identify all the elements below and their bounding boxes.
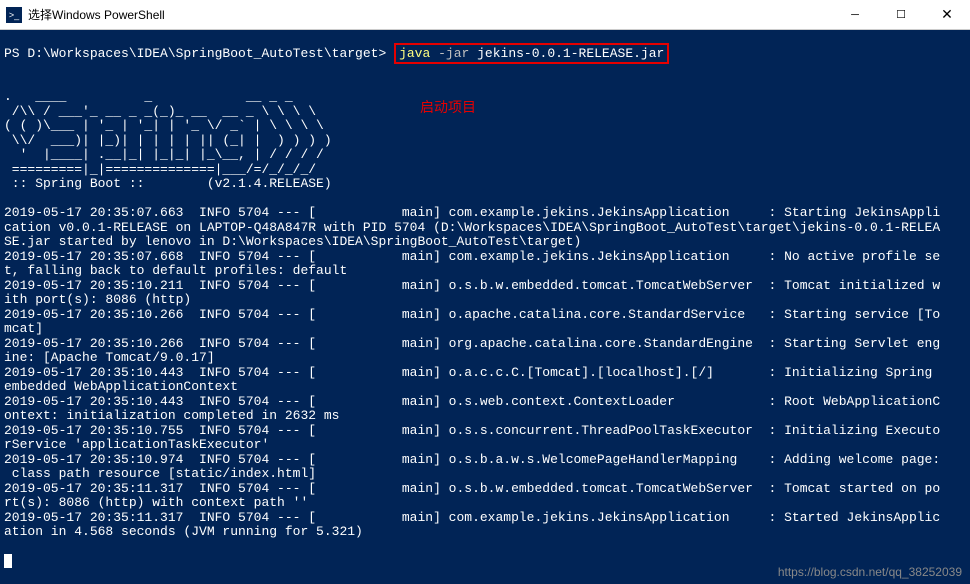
log-line: ontext: initialization completed in 2632… bbox=[4, 408, 339, 423]
log-line: rt(s): 8086 (http) with context path '' bbox=[4, 495, 308, 510]
terminal-body[interactable]: PS D:\Workspaces\IDEA\SpringBoot_AutoTes… bbox=[0, 30, 970, 583]
powershell-icon: >_ bbox=[6, 7, 22, 23]
log-line: t, falling back to default profiles: def… bbox=[4, 263, 347, 278]
log-line: 2019-05-17 20:35:07.663 INFO 5704 --- [ … bbox=[4, 205, 940, 220]
log-line: 2019-05-17 20:35:10.266 INFO 5704 --- [ … bbox=[4, 307, 940, 322]
log-line: 2019-05-17 20:35:10.211 INFO 5704 --- [ … bbox=[4, 278, 940, 293]
annotation-label: 启动项目 bbox=[420, 100, 476, 115]
log-line: 2019-05-17 20:35:10.266 INFO 5704 --- [ … bbox=[4, 336, 940, 351]
log-line: 2019-05-17 20:35:10.974 INFO 5704 --- [ … bbox=[4, 452, 940, 467]
cursor bbox=[4, 554, 12, 568]
log-line: rService 'applicationTaskExecutor' bbox=[4, 437, 269, 452]
log-line: embedded WebApplicationContext bbox=[4, 379, 238, 394]
watermark: https://blog.csdn.net/qq_38252039 bbox=[778, 565, 962, 580]
log-line: 2019-05-17 20:35:07.668 INFO 5704 --- [ … bbox=[4, 249, 940, 264]
minimize-button[interactable]: ─ bbox=[832, 0, 878, 30]
prompt-path: PS D:\Workspaces\IDEA\SpringBoot_AutoTes… bbox=[4, 46, 394, 61]
log-line: ith port(s): 8086 (http) bbox=[4, 292, 191, 307]
close-button[interactable]: ✕ bbox=[924, 0, 970, 30]
cmd-flag: -jar bbox=[438, 46, 477, 61]
spring-boot-version: :: Spring Boot :: (v2.1.4.RELEASE) bbox=[4, 176, 332, 191]
titlebar-left: >_ 选择Windows PowerShell bbox=[0, 6, 165, 23]
log-line: 2019-05-17 20:35:11.317 INFO 5704 --- [ … bbox=[4, 481, 940, 496]
log-line: ation in 4.568 seconds (JVM running for … bbox=[4, 524, 363, 539]
log-line: class path resource [static/index.html] bbox=[4, 466, 316, 481]
window-controls: ─ ☐ ✕ bbox=[832, 0, 970, 30]
log-line: ine: [Apache Tomcat/9.0.17] bbox=[4, 350, 215, 365]
command-highlight-box: java -jar jekins-0.0.1-RELEASE.jar bbox=[394, 43, 669, 64]
cmd-arg: jekins-0.0.1-RELEASE.jar bbox=[477, 46, 664, 61]
log-line: mcat] bbox=[4, 321, 43, 336]
window-titlebar: >_ 选择Windows PowerShell ─ ☐ ✕ bbox=[0, 0, 970, 30]
log-line: 2019-05-17 20:35:10.755 INFO 5704 --- [ … bbox=[4, 423, 940, 438]
log-line: cation v0.0.1-RELEASE on LAPTOP-Q48A847R… bbox=[4, 220, 940, 235]
log-output: 2019-05-17 20:35:07.663 INFO 5704 --- [ … bbox=[4, 206, 966, 540]
prompt-line: PS D:\Workspaces\IDEA\SpringBoot_AutoTes… bbox=[4, 43, 669, 64]
log-line: SE.jar started by lenovo in D:\Workspace… bbox=[4, 234, 581, 249]
cmd-java: java bbox=[399, 46, 438, 61]
log-line: 2019-05-17 20:35:10.443 INFO 5704 --- [ … bbox=[4, 394, 940, 409]
maximize-button[interactable]: ☐ bbox=[878, 0, 924, 30]
log-line: 2019-05-17 20:35:11.317 INFO 5704 --- [ … bbox=[4, 510, 940, 525]
window-title: 选择Windows PowerShell bbox=[28, 6, 165, 23]
log-line: 2019-05-17 20:35:10.443 INFO 5704 --- [ … bbox=[4, 365, 932, 380]
spring-ascii-art: . ____ _ __ _ _ /\\ / ___'_ __ _ _(_)_ _… bbox=[4, 89, 332, 177]
